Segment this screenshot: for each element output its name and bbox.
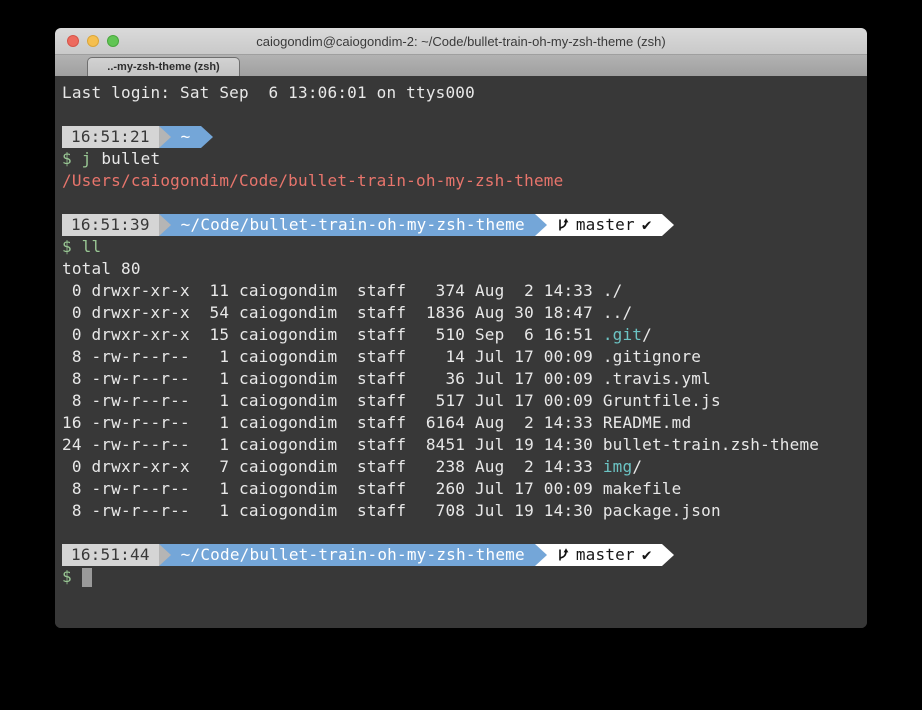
git-branch-name: master — [576, 214, 635, 236]
ls-row-prefix: 8 -rw-r--r-- 1 caiogondim staff 517 Jul … — [62, 391, 603, 410]
window-title: caiogondim@caiogondim-2: ~/Code/bullet-t… — [55, 34, 867, 49]
ls-row-prefix: 0 drwxr-xr-x 15 caiogondim staff 510 Sep… — [62, 325, 603, 344]
blank-line — [62, 104, 860, 126]
command-text: ll — [82, 237, 102, 256]
powerline-arrow-icon — [535, 544, 547, 566]
ls-row: 24 -rw-r--r-- 1 caiogondim staff 8451 Ju… — [62, 434, 860, 456]
minimize-button[interactable] — [87, 35, 99, 47]
ls-row: 0 drwxr-xr-x 7 caiogondim staff 238 Aug … — [62, 456, 860, 478]
prompt-line-1: 16:51:21 ~ — [62, 126, 860, 148]
ls-entry-name: README.md — [603, 413, 692, 432]
blank-line — [62, 522, 860, 544]
ls-entry-name: .gitignore — [603, 347, 701, 366]
ls-row-prefix: 24 -rw-r--r-- 1 caiogondim staff 8451 Ju… — [62, 435, 603, 454]
ls-row: 0 drwxr-xr-x 54 caiogondim staff 1836 Au… — [62, 302, 860, 324]
ls-row-prefix: 0 drwxr-xr-x 54 caiogondim staff 1836 Au… — [62, 303, 603, 322]
close-button[interactable] — [67, 35, 79, 47]
ls-entry-name: ./ — [603, 281, 623, 300]
ls-entry-name: package.json — [603, 501, 721, 520]
prompt-git-segment: master ✔ — [547, 214, 662, 236]
powerline-arrow-icon — [535, 214, 547, 236]
powerline-arrow-icon — [662, 214, 674, 236]
ls-row-prefix: 8 -rw-r--r-- 1 caiogondim staff 260 Jul … — [62, 479, 603, 498]
ls-row-prefix: 8 -rw-r--r-- 1 caiogondim staff 36 Jul 1… — [62, 369, 603, 388]
ls-row: 0 drwxr-xr-x 15 caiogondim staff 510 Sep… — [62, 324, 860, 346]
last-login-text: Last login: Sat Sep 6 13:06:01 on ttys00… — [62, 83, 475, 102]
git-branch-icon — [557, 217, 569, 233]
terminal-screen[interactable]: Last login: Sat Sep 6 13:06:01 on ttys00… — [55, 76, 867, 628]
ls-entry-name: ../ — [603, 303, 633, 322]
ls-total-text: total 80 — [62, 259, 141, 278]
ls-row-prefix: 0 drwxr-xr-x 11 caiogondim staff 374 Aug… — [62, 281, 603, 300]
jump-output-line: /Users/caiogondim/Code/bullet-train-oh-m… — [62, 170, 860, 192]
prompt-line-3: 16:51:44 ~/Code/bullet-train-oh-my-zsh-t… — [62, 544, 860, 566]
ls-row-prefix: 8 -rw-r--r-- 1 caiogondim staff 708 Jul … — [62, 501, 603, 520]
window-titlebar[interactable]: caiogondim@caiogondim-2: ~/Code/bullet-t… — [55, 28, 867, 55]
traffic-lights — [67, 28, 119, 54]
prompt-path-segment: ~/Code/bullet-train-oh-my-zsh-theme — [171, 544, 535, 566]
ls-entry-name: makefile — [603, 479, 682, 498]
tab-label: ..-my-zsh-theme (zsh) — [107, 61, 219, 73]
ls-entry-name: img — [603, 457, 633, 476]
prompt-path-segment: ~ — [171, 126, 201, 148]
prompt-git-segment: master ✔ — [547, 544, 662, 566]
prompt-path-segment: ~/Code/bullet-train-oh-my-zsh-theme — [171, 214, 535, 236]
blank-line — [62, 192, 860, 214]
git-branch-icon — [557, 547, 569, 563]
ls-entry-name: bullet-train.zsh-theme — [603, 435, 819, 454]
ls-entry-name: .git — [603, 325, 642, 344]
command-line-1: $ j bullet — [62, 148, 860, 170]
last-login-line: Last login: Sat Sep 6 13:06:01 on ttys00… — [62, 82, 860, 104]
ls-row: 16 -rw-r--r-- 1 caiogondim staff 6164 Au… — [62, 412, 860, 434]
terminal-cursor — [82, 568, 92, 587]
powerline-arrow-icon — [159, 214, 171, 236]
ls-row: 8 -rw-r--r-- 1 caiogondim staff 14 Jul 1… — [62, 346, 860, 368]
zoom-button[interactable] — [107, 35, 119, 47]
prompt-time-segment: 16:51:44 — [62, 544, 159, 566]
ls-entry-suffix: / — [632, 457, 642, 476]
powerline-arrow-icon — [662, 544, 674, 566]
jump-output-path: /Users/caiogondim/Code/bullet-train-oh-m… — [62, 171, 563, 190]
powerline-arrow-icon — [159, 544, 171, 566]
ls-row-prefix: 16 -rw-r--r-- 1 caiogondim staff 6164 Au… — [62, 413, 603, 432]
ls-entry-name: Gruntfile.js — [603, 391, 721, 410]
prompt-time-segment: 16:51:39 — [62, 214, 159, 236]
git-branch-name: master — [576, 544, 635, 566]
command-text: j — [82, 149, 92, 168]
ls-row-prefix: 0 drwxr-xr-x 7 caiogondim staff 238 Aug … — [62, 457, 603, 476]
tab-active[interactable]: ..-my-zsh-theme (zsh) — [87, 57, 240, 76]
git-clean-check-icon: ✔ — [642, 544, 652, 566]
prompt-char: $ — [62, 566, 82, 588]
terminal-window: caiogondim@caiogondim-2: ~/Code/bullet-t… — [55, 28, 867, 628]
prompt-time-segment: 16:51:21 — [62, 126, 159, 148]
command-args: bullet — [92, 149, 161, 168]
ls-row: 8 -rw-r--r-- 1 caiogondim staff 517 Jul … — [62, 390, 860, 412]
powerline-arrow-icon — [201, 126, 213, 148]
ls-row: 0 drwxr-xr-x 11 caiogondim staff 374 Aug… — [62, 280, 860, 302]
ls-entry-name: .travis.yml — [603, 369, 711, 388]
tab-bar: ..-my-zsh-theme (zsh) — [55, 55, 867, 76]
prompt-line-2: 16:51:39 ~/Code/bullet-train-oh-my-zsh-t… — [62, 214, 860, 236]
ls-row: 8 -rw-r--r-- 1 caiogondim staff 708 Jul … — [62, 500, 860, 522]
git-clean-check-icon: ✔ — [642, 214, 652, 236]
command-line-2: $ ll — [62, 236, 860, 258]
ls-row-prefix: 8 -rw-r--r-- 1 caiogondim staff 14 Jul 1… — [62, 347, 603, 366]
current-command-line: $ — [62, 566, 860, 588]
ls-total-line: total 80 — [62, 258, 860, 280]
powerline-arrow-icon — [159, 126, 171, 148]
ls-entry-suffix: / — [642, 325, 652, 344]
ls-row: 8 -rw-r--r-- 1 caiogondim staff 260 Jul … — [62, 478, 860, 500]
ls-row: 8 -rw-r--r-- 1 caiogondim staff 36 Jul 1… — [62, 368, 860, 390]
prompt-char: $ — [62, 149, 82, 168]
prompt-char: $ — [62, 237, 82, 256]
